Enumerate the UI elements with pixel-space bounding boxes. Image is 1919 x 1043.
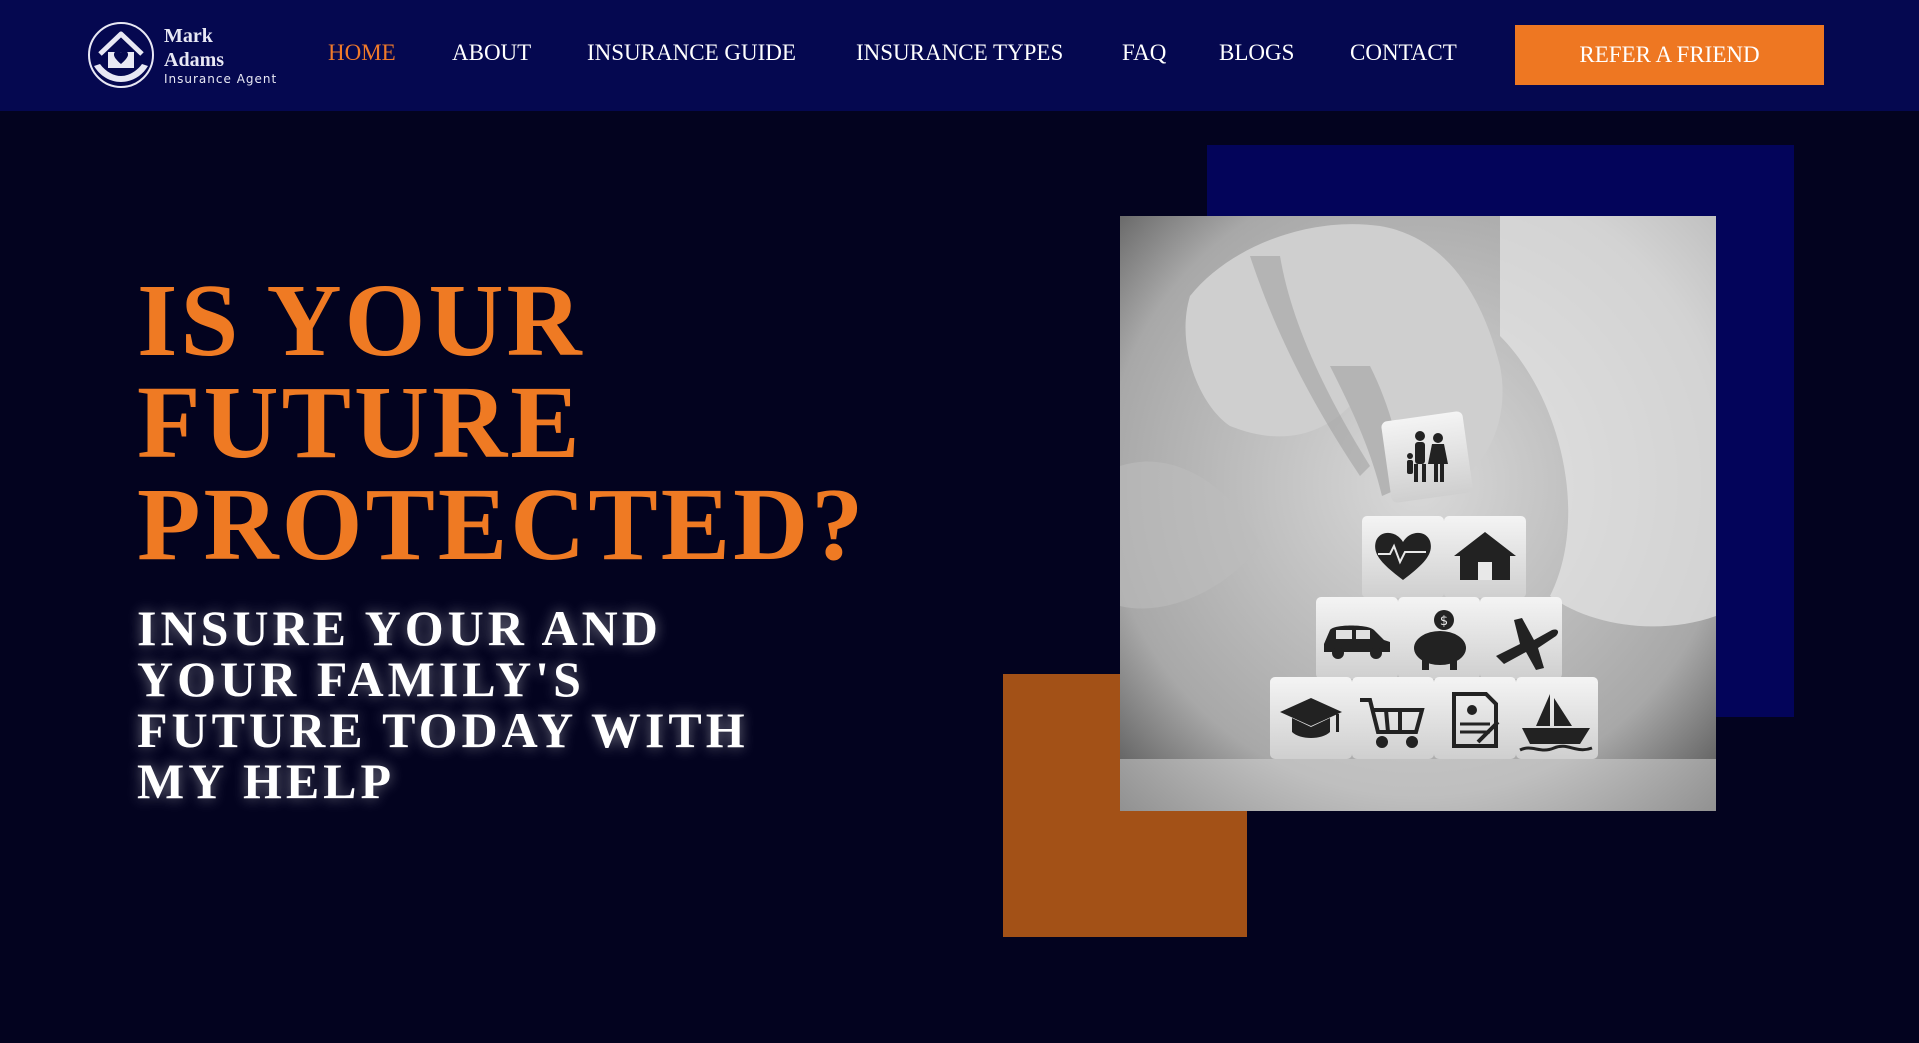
hero-headline: IS YOUR FUTURE PROTECTED? [137,263,867,582]
subhead-line: YOUR FAMILY'S [137,651,585,707]
svg-text:$: $ [1440,614,1448,629]
hero-image-insurance-blocks: $ [1120,216,1716,811]
headline-line: FUTURE [137,365,583,480]
nav-item-home[interactable]: HOME [328,40,396,66]
top-navigation-bar: Mark Adams Insurance Agent HOME ABOUT IN… [0,0,1919,111]
nav-item-faq[interactable]: FAQ [1122,40,1166,66]
nav-item-blogs[interactable]: BLOGS [1219,40,1294,66]
house-heart-hands-icon [88,22,154,88]
brand-name: Mark Adams [164,25,225,71]
hero-subheadline: INSURE YOUR AND YOUR FAMILY'S FUTURE TOD… [137,603,749,807]
headline-line: IS YOUR [137,263,585,378]
nav-item-insurance-types[interactable]: INSURANCE TYPES [856,40,1063,66]
nav-item-insurance-guide[interactable]: INSURANCE GUIDE [587,40,796,66]
subhead-line: INSURE YOUR AND [137,600,662,656]
brand-subtitle: Insurance Agent [164,72,278,86]
subhead-line: FUTURE TODAY WITH [137,702,749,758]
brand-logo[interactable]: Mark Adams Insurance Agent [86,22,276,88]
refer-a-friend-button[interactable]: REFER A FRIEND [1515,25,1824,85]
headline-line: PROTECTED? [137,467,867,582]
nav-item-about[interactable]: ABOUT [452,40,531,66]
subhead-line: MY HELP [137,753,396,809]
nav-item-contact[interactable]: CONTACT [1350,40,1457,66]
